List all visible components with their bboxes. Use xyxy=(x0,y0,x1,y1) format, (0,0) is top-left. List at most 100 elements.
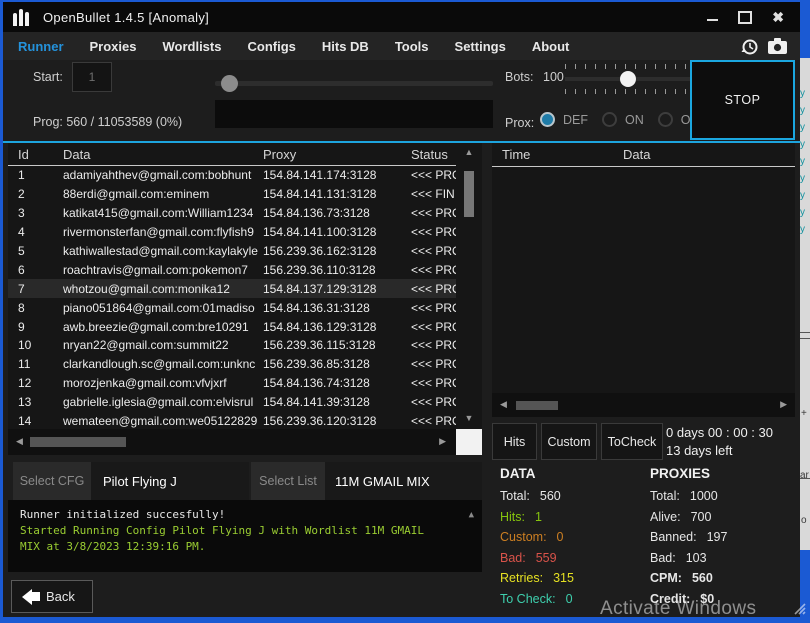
table-cell: morozjenka@gmail.com:vfvjxrf xyxy=(63,376,263,390)
column-header-id[interactable]: Id xyxy=(8,147,63,162)
table-row[interactable]: 3katikat415@gmail.com:William1234154.84.… xyxy=(8,204,456,223)
scrollbar-corner xyxy=(456,429,482,455)
scroll-right-icon[interactable]: ▶ xyxy=(439,437,446,446)
close-button[interactable]: ✖ xyxy=(772,9,784,25)
column-header-proxy[interactable]: Proxy xyxy=(263,147,411,162)
table-cell: <<< PRO xyxy=(411,414,456,428)
background-glyph: ar xyxy=(800,467,809,484)
table-row[interactable]: 1adamiyahthev@gmail.com:bobhunt154.84.14… xyxy=(8,166,456,185)
vertical-scrollbar[interactable]: ▲ ▼ xyxy=(456,143,482,429)
table-cell: nryan22@gmail.com:summit22 xyxy=(63,338,263,352)
menu-item-settings[interactable]: Settings xyxy=(455,39,506,54)
table-row[interactable]: 12morozjenka@gmail.com:vfvjxrf154.84.136… xyxy=(8,374,456,393)
table-cell: 156.239.36.120:3128 xyxy=(263,414,411,428)
start-slider[interactable] xyxy=(215,74,493,92)
stat-row: Total:560 xyxy=(500,489,645,503)
table-cell: 12 xyxy=(8,376,63,390)
table-cell: <<< PRO xyxy=(411,244,456,258)
table-row[interactable]: 6roachtravis@gmail.com:pokemon7156.239.3… xyxy=(8,260,456,279)
table-cell: wemateen@gmail.com:we05122829 xyxy=(63,414,263,428)
stat-row: CPM:560 xyxy=(650,571,795,585)
scroll-down-icon[interactable]: ▼ xyxy=(456,414,482,423)
background-line xyxy=(800,478,810,479)
table-row[interactable]: 13gabrielle.iglesia@gmail.com:elvisrul15… xyxy=(8,393,456,412)
menu-item-hits-db[interactable]: Hits DB xyxy=(322,39,369,54)
select-config-button[interactable]: Select CFG xyxy=(13,462,91,500)
log-line: Runner initialized succesfully! xyxy=(20,507,438,523)
log-line: Started Running Config Pilot Flying J wi… xyxy=(20,523,438,555)
table-cell: katikat415@gmail.com:William1234 xyxy=(63,206,263,220)
menu-item-configs[interactable]: Configs xyxy=(247,39,295,54)
table-cell: 154.84.136.129:3128 xyxy=(263,320,411,334)
scroll-right-icon[interactable]: ▶ xyxy=(780,400,787,409)
tab-custom[interactable]: Custom xyxy=(541,423,597,460)
table-row[interactable]: 5kathiwallestad@gmail.com:kaylakyle156.2… xyxy=(8,242,456,261)
table-cell: <<< PRO xyxy=(411,395,456,409)
horizontal-scrollbar[interactable]: ◀ ▶ xyxy=(8,429,456,455)
menu-item-proxies[interactable]: Proxies xyxy=(90,39,137,54)
table-cell: 14 xyxy=(8,414,63,428)
table-row[interactable]: 10nryan22@gmail.com:summit22156.239.36.1… xyxy=(8,336,456,355)
menu-item-runner[interactable]: Runner xyxy=(18,39,64,54)
maximize-icon xyxy=(738,11,752,24)
table-cell: 156.239.36.110:3128 xyxy=(263,263,411,277)
menu-item-about[interactable]: About xyxy=(532,39,570,54)
scrollbar-thumb[interactable] xyxy=(464,171,474,217)
radio-icon xyxy=(540,112,555,127)
column-header-data[interactable]: Data xyxy=(63,147,263,162)
background-window-sliver: yyyyyyyyy + ar o xyxy=(800,58,810,550)
scroll-up-icon[interactable]: ▲ xyxy=(456,148,482,157)
radio-on[interactable]: ON xyxy=(602,112,644,127)
table-cell: 154.84.141.100:3128 xyxy=(263,225,411,239)
prox-label: Prox: xyxy=(505,116,534,130)
selected-wordlist-name: 11M GMAIL MIX xyxy=(335,462,430,500)
table-cell: <<< PRO xyxy=(411,263,456,277)
back-button[interactable]: Back xyxy=(11,580,93,613)
start-label: Start: xyxy=(33,70,63,84)
radio-def[interactable]: DEF xyxy=(540,112,588,127)
table-cell: 1 xyxy=(8,168,63,182)
minimize-button[interactable] xyxy=(707,9,718,25)
table-row[interactable]: 8piano051864@gmail.com:01madiso154.84.13… xyxy=(8,298,456,317)
tab-hits[interactable]: Hits xyxy=(492,423,537,460)
column-header-time[interactable]: Time xyxy=(492,147,623,162)
stop-button[interactable]: STOP xyxy=(690,60,795,140)
table-row[interactable]: 288erdi@gmail.com:eminem154.84.141.131:3… xyxy=(8,185,456,204)
table-row[interactable]: 14wemateen@gmail.com:we05122829156.239.3… xyxy=(8,412,456,429)
menu-item-tools[interactable]: Tools xyxy=(395,39,429,54)
table-row[interactable]: 9awb.breezie@gmail.com:bre10291154.84.13… xyxy=(8,317,456,336)
scroll-left-icon[interactable]: ◀ xyxy=(500,400,507,409)
title-bar[interactable]: OpenBullet 1.4.5 [Anomaly] ✖ xyxy=(3,2,800,32)
table-row[interactable]: 7whotzou@gmail.com:monika12154.84.137.12… xyxy=(8,279,456,298)
slider-thumb[interactable] xyxy=(620,71,636,87)
horizontal-scrollbar[interactable]: ◀ ▶ xyxy=(492,393,795,417)
table-cell: gabrielle.iglesia@gmail.com:elvisrul xyxy=(63,395,263,409)
scroll-up-icon[interactable]: ▲ xyxy=(469,507,474,523)
table-cell: 9 xyxy=(8,320,63,334)
maximize-button[interactable] xyxy=(738,9,752,25)
column-header-data[interactable]: Data xyxy=(623,147,795,162)
scrollbar-thumb[interactable] xyxy=(30,437,126,447)
timer-icon[interactable] xyxy=(740,37,759,56)
stat-row: Bad:559 xyxy=(500,551,645,565)
table-cell: 156.239.36.115:3128 xyxy=(263,338,411,352)
scrollbar-thumb[interactable] xyxy=(516,401,558,410)
select-wordlist-button[interactable]: Select List xyxy=(251,462,325,500)
table-cell: 154.84.141.131:3128 xyxy=(263,187,411,201)
table-cell: 5 xyxy=(8,244,63,258)
bots-value: 100 xyxy=(543,70,564,84)
column-header-status[interactable]: Status xyxy=(411,147,456,162)
tab-tocheck[interactable]: ToCheck xyxy=(601,423,663,460)
license-days-left: 13 days left xyxy=(666,443,733,458)
start-input[interactable] xyxy=(72,62,112,92)
table-row[interactable]: 11clarkandlough.sc@gmail.com:unknc156.23… xyxy=(8,355,456,374)
table-row[interactable]: 4rivermonsterfan@gmail.com:flyfish9154.8… xyxy=(8,223,456,242)
bots-slider[interactable] xyxy=(565,64,691,94)
log-console[interactable]: Runner initialized succesfully!Started R… xyxy=(8,500,482,572)
runner-table: Id Data Proxy Status 1adamiyahthev@gmail… xyxy=(8,143,482,455)
table-cell: 7 xyxy=(8,282,63,296)
screenshot-icon[interactable] xyxy=(767,37,788,55)
scroll-left-icon[interactable]: ◀ xyxy=(16,437,23,446)
menu-item-wordlists[interactable]: Wordlists xyxy=(162,39,221,54)
slider-thumb[interactable] xyxy=(221,75,238,92)
